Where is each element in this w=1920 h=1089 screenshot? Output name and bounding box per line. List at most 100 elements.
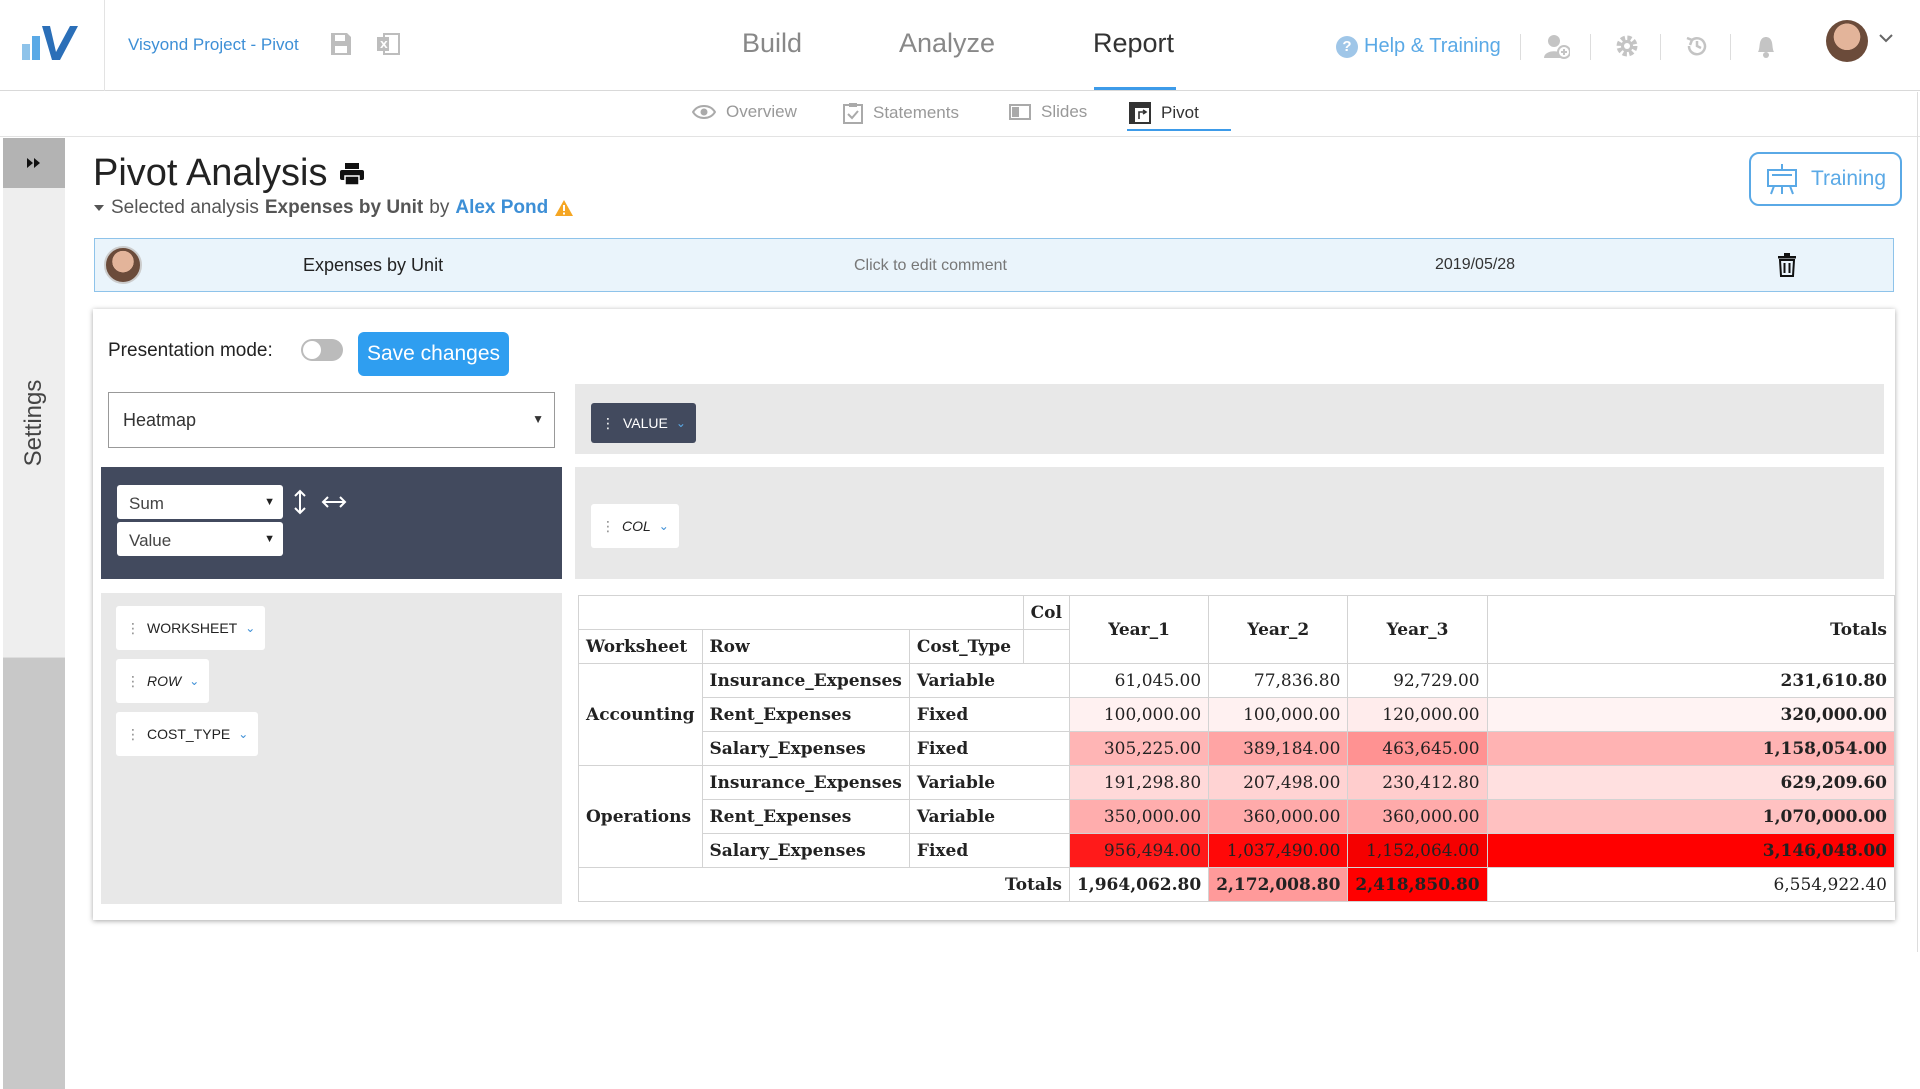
- col-header: Year_2: [1208, 595, 1349, 664]
- drag-handle-icon: ⋮: [601, 517, 615, 534]
- tab-pivot-label: Pivot: [1161, 103, 1199, 122]
- rows-drop-area[interactable]: ⋮ WORKSHEET ⌄ ⋮ ROW ⌄ ⋮ COST_TYPE ⌄: [101, 593, 562, 904]
- chevron-down-icon: ⌄: [189, 674, 200, 688]
- row-total-cell: 1,070,000.00: [1486, 799, 1896, 834]
- save-icon[interactable]: [330, 32, 352, 56]
- settings-tab[interactable]: Settings: [3, 188, 65, 658]
- project-title[interactable]: Visyond Project - Pivot: [128, 35, 299, 55]
- chip-label: ROW: [147, 673, 182, 689]
- value-cell: 207,498.00: [1208, 765, 1349, 800]
- chevron-down-icon: ⌄: [675, 416, 686, 430]
- chevron-down-icon: ⌄: [658, 519, 669, 533]
- row-field-worksheet[interactable]: ⋮ WORKSHEET ⌄: [116, 606, 266, 650]
- value-cell: 230,412.80: [1347, 765, 1488, 800]
- add-user-icon[interactable]: [1544, 33, 1570, 59]
- nav-report[interactable]: Report: [1093, 28, 1174, 59]
- trash-icon[interactable]: [1777, 253, 1797, 277]
- col-field-col[interactable]: ⋮ COL ⌄: [591, 504, 679, 548]
- caret-down-icon[interactable]: [93, 203, 105, 213]
- excel-export-icon[interactable]: X: [376, 32, 400, 56]
- chevron-down-icon[interactable]: [1878, 32, 1894, 44]
- dropdown-arrow-icon: ▼: [264, 496, 275, 508]
- eye-icon: [692, 105, 716, 119]
- row-sort-icon[interactable]: [293, 489, 307, 515]
- double-chevron-right-icon: [27, 158, 40, 168]
- tab-overview[interactable]: Overview: [692, 102, 797, 122]
- drag-handle-icon: ⋮: [126, 619, 140, 636]
- row-label: Insurance_Expenses: [701, 663, 910, 698]
- cols-drop-area[interactable]: ⋮ COL ⌄: [575, 467, 1884, 579]
- value-cell: 956,494.00: [1068, 833, 1210, 868]
- tab-pivot[interactable]: Pivot: [1129, 102, 1199, 124]
- unused-fields-area[interactable]: ⋮ VALUE ⌄: [575, 384, 1884, 454]
- dropdown-arrow-icon: ▼: [532, 412, 544, 426]
- training-button[interactable]: Training: [1749, 152, 1902, 206]
- nav-analyze[interactable]: Analyze: [899, 28, 995, 59]
- value-field-chip[interactable]: ⋮ VALUE ⌄: [591, 403, 696, 443]
- svg-text:X: X: [380, 40, 388, 51]
- col-sort-icon[interactable]: [321, 495, 347, 509]
- row-field-row[interactable]: ⋮ ROW ⌄: [116, 659, 210, 703]
- row-axis-label: Cost_Type: [908, 629, 1024, 664]
- chip-label: COL: [622, 518, 651, 534]
- page-title-text: Pivot Analysis: [93, 152, 328, 194]
- presentation-mode-toggle[interactable]: [301, 339, 343, 361]
- value-cell: 360,000.00: [1208, 799, 1349, 834]
- tab-statements[interactable]: Statements: [843, 102, 959, 124]
- divider: [1660, 34, 1661, 60]
- aggregator-field-select[interactable]: Value ▼: [117, 522, 283, 556]
- divider: [1590, 34, 1591, 60]
- right-border: [1917, 92, 1918, 952]
- nav-active-indicator: [1094, 87, 1176, 90]
- totals-row: Totals 1,964,062.80 2,172,008.80 2,418,850.…: [578, 867, 1896, 902]
- aggregator-select[interactable]: Sum ▼: [117, 485, 283, 519]
- history-icon[interactable]: [1684, 33, 1710, 59]
- col-total-cell: 2,418,850.80: [1347, 867, 1488, 902]
- value-cell: 350,000.00: [1068, 799, 1210, 834]
- grand-total-cell: 6,554,922.40: [1486, 867, 1896, 902]
- value-cell: 92,729.00: [1347, 663, 1488, 698]
- pivot-panel: Presentation mode: Save changes Heatmap …: [93, 309, 1896, 920]
- table-row: Salary_Expenses Fixed 956,494.00 1,037,490.…: [579, 833, 1896, 868]
- value-cell: 191,298.80: [1068, 765, 1210, 800]
- analysis-comment[interactable]: Click to edit comment: [854, 257, 1007, 275]
- value-cell: 305,225.00: [1068, 731, 1210, 766]
- empty-header-cell: [1022, 629, 1070, 664]
- print-icon[interactable]: [339, 162, 365, 186]
- help-training-link[interactable]: ? Help & Training: [1336, 35, 1501, 58]
- save-changes-button[interactable]: Save changes: [358, 332, 509, 376]
- row-total-cell: 629,209.60: [1486, 765, 1896, 800]
- divider: [1520, 34, 1521, 60]
- aggregator-field-value: Value: [129, 531, 172, 550]
- row-label: Salary_Expenses: [701, 731, 910, 766]
- author-link[interactable]: Alex Pond: [455, 197, 548, 219]
- tab-slides[interactable]: Slides: [1009, 102, 1087, 122]
- row-label: Salary_Expenses: [701, 833, 910, 868]
- training-label: Training: [1810, 167, 1887, 190]
- drag-handle-icon: ⋮: [126, 672, 140, 689]
- settings-sidebar: Settings: [3, 138, 65, 1089]
- presentation-board-icon: [1766, 164, 1797, 195]
- value-cell: 77,836.80: [1208, 663, 1349, 698]
- renderer-select[interactable]: Heatmap ▼: [108, 392, 555, 448]
- col-axis-label: Col: [1022, 595, 1070, 630]
- cost-type-label: Variable: [908, 663, 1070, 698]
- value-cell: 120,000.00: [1347, 697, 1488, 732]
- selected-analysis-name: Expenses by Unit: [264, 197, 424, 218]
- user-avatar[interactable]: [1826, 20, 1868, 62]
- saved-analysis-row[interactable]: Expenses by Unit Click to edit comment 2…: [94, 238, 1894, 292]
- nav-build[interactable]: Build: [742, 28, 802, 59]
- warning-icon: [555, 200, 574, 216]
- sidebar-expand-button[interactable]: [3, 138, 65, 188]
- table-row: Salary_Expenses Fixed 305,225.00 389,184.00…: [579, 731, 1896, 766]
- row-field-cost-type[interactable]: ⋮ COST_TYPE ⌄: [116, 712, 259, 756]
- aggregator-value: Sum: [129, 494, 164, 513]
- row-axis-label: Worksheet: [578, 629, 703, 664]
- question-icon: ?: [1336, 35, 1358, 58]
- row-total-cell: 231,610.80: [1486, 663, 1896, 698]
- divider: [1730, 34, 1731, 60]
- app-logo[interactable]: [0, 0, 105, 91]
- gear-icon[interactable]: [1614, 33, 1640, 59]
- bell-icon[interactable]: [1754, 33, 1778, 59]
- drag-handle-icon: ⋮: [126, 725, 140, 742]
